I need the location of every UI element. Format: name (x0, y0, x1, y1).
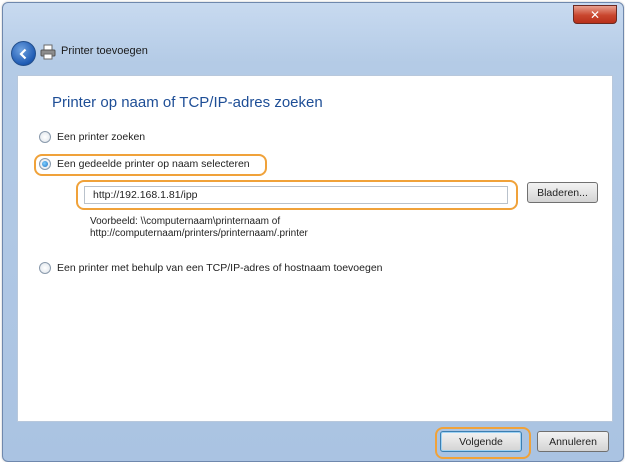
radio-button[interactable] (39, 131, 51, 143)
cancel-button[interactable]: Annuleren (537, 431, 609, 452)
radio-button-checked[interactable] (39, 158, 51, 170)
back-arrow-icon (18, 48, 26, 59)
close-button[interactable]: ✕ (573, 5, 617, 24)
browse-button-label: Bladeren... (537, 186, 588, 199)
content-panel: Printer op naam of TCP/IP-adres zoeken E… (17, 75, 613, 422)
cancel-button-label: Annuleren (549, 435, 597, 448)
option-label: Een printer met behulp van een TCP/IP-ad… (57, 262, 383, 274)
option-label: Een printer zoeken (57, 131, 146, 143)
browse-button[interactable]: Bladeren... (527, 182, 598, 203)
radio-button[interactable] (39, 262, 51, 274)
add-printer-window: ✕ Printer toevoegen Printer op naam of T… (2, 2, 624, 462)
back-button[interactable] (11, 41, 36, 66)
option-find-printer[interactable]: Een printer zoeken (39, 131, 145, 143)
next-button[interactable]: Volgende (440, 431, 522, 452)
page-heading: Printer op naam of TCP/IP-adres zoeken (52, 94, 323, 111)
close-icon: ✕ (589, 7, 601, 22)
option-label: Een gedeelde printer op naam selecteren (57, 158, 250, 170)
example-text: Voorbeeld: \\computernaam\printernaam of… (90, 216, 308, 240)
printer-icon (40, 44, 56, 60)
printer-url-input[interactable] (84, 186, 508, 204)
example-line-2: http://computernaam/printers/printernaam… (90, 228, 308, 239)
example-line-1: Voorbeeld: \\computernaam\printernaam of (90, 216, 281, 227)
option-shared-printer[interactable]: Een gedeelde printer op naam selecteren (39, 158, 250, 170)
option-tcpip-printer[interactable]: Een printer met behulp van een TCP/IP-ad… (39, 262, 383, 274)
window-title: Printer toevoegen (61, 45, 148, 57)
next-button-label: Volgende (459, 435, 503, 448)
footer-bar: Volgende Annuleren (17, 421, 611, 461)
